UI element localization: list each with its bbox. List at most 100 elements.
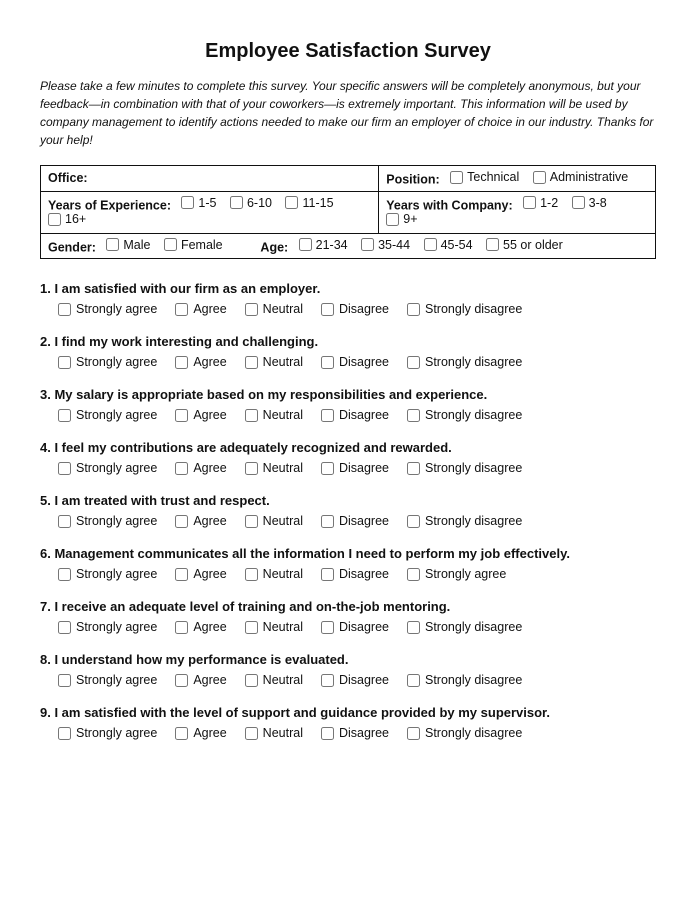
checkbox-q6-4[interactable] (321, 568, 334, 581)
position-administrative-checkbox[interactable] (533, 171, 546, 184)
age-21-34[interactable]: 21-34 (299, 238, 348, 252)
option-q2-2[interactable]: Agree (175, 355, 226, 369)
years-company-9plus[interactable]: 9+ (386, 212, 417, 226)
checkbox-q4-3[interactable] (245, 462, 258, 475)
position-technical[interactable]: Technical (450, 170, 519, 184)
checkbox-q7-1[interactable] (58, 621, 71, 634)
checkbox-q9-3[interactable] (245, 727, 258, 740)
position-administrative[interactable]: Administrative (533, 170, 629, 184)
option-q5-2[interactable]: Agree (175, 514, 226, 528)
gender-female[interactable]: Female (164, 238, 223, 252)
checkbox-q3-5[interactable] (407, 409, 420, 422)
checkbox-q8-2[interactable] (175, 674, 188, 687)
option-q5-4[interactable]: Disagree (321, 514, 389, 528)
checkbox-q6-2[interactable] (175, 568, 188, 581)
option-q4-5[interactable]: Strongly disagree (407, 461, 522, 475)
checkbox-q5-5[interactable] (407, 515, 420, 528)
checkbox-q5-4[interactable] (321, 515, 334, 528)
checkbox-q3-1[interactable] (58, 409, 71, 422)
option-q3-4[interactable]: Disagree (321, 408, 389, 422)
checkbox-q8-4[interactable] (321, 674, 334, 687)
option-q6-5[interactable]: Strongly agree (407, 567, 506, 581)
option-q1-2[interactable]: Agree (175, 302, 226, 316)
option-q3-3[interactable]: Neutral (245, 408, 303, 422)
years-exp-6-10[interactable]: 6-10 (230, 196, 272, 210)
option-q8-3[interactable]: Neutral (245, 673, 303, 687)
checkbox-q7-2[interactable] (175, 621, 188, 634)
option-q9-3[interactable]: Neutral (245, 726, 303, 740)
checkbox-q3-2[interactable] (175, 409, 188, 422)
option-q8-1[interactable]: Strongly agree (58, 673, 157, 687)
option-q9-4[interactable]: Disagree (321, 726, 389, 740)
checkbox-q2-4[interactable] (321, 356, 334, 369)
checkbox-q2-5[interactable] (407, 356, 420, 369)
checkbox-q2-3[interactable] (245, 356, 258, 369)
checkbox-q2-2[interactable] (175, 356, 188, 369)
checkbox-q6-1[interactable] (58, 568, 71, 581)
checkbox-q4-1[interactable] (58, 462, 71, 475)
option-q3-1[interactable]: Strongly agree (58, 408, 157, 422)
gender-male[interactable]: Male (106, 238, 150, 252)
option-q4-3[interactable]: Neutral (245, 461, 303, 475)
option-q6-1[interactable]: Strongly agree (58, 567, 157, 581)
checkbox-q1-4[interactable] (321, 303, 334, 316)
checkbox-q9-2[interactable] (175, 727, 188, 740)
checkbox-q1-1[interactable] (58, 303, 71, 316)
option-q8-4[interactable]: Disagree (321, 673, 389, 687)
option-q8-2[interactable]: Agree (175, 673, 226, 687)
checkbox-q1-2[interactable] (175, 303, 188, 316)
option-q6-3[interactable]: Neutral (245, 567, 303, 581)
option-q4-1[interactable]: Strongly agree (58, 461, 157, 475)
option-q6-4[interactable]: Disagree (321, 567, 389, 581)
age-45-54[interactable]: 45-54 (424, 238, 473, 252)
option-q7-1[interactable]: Strongly agree (58, 620, 157, 634)
checkbox-q9-4[interactable] (321, 727, 334, 740)
checkbox-q6-3[interactable] (245, 568, 258, 581)
checkbox-q3-3[interactable] (245, 409, 258, 422)
option-q5-3[interactable]: Neutral (245, 514, 303, 528)
position-technical-checkbox[interactable] (450, 171, 463, 184)
checkbox-q3-4[interactable] (321, 409, 334, 422)
checkbox-q5-2[interactable] (175, 515, 188, 528)
option-q4-2[interactable]: Agree (175, 461, 226, 475)
option-q5-5[interactable]: Strongly disagree (407, 514, 522, 528)
checkbox-q9-5[interactable] (407, 727, 420, 740)
checkbox-q4-4[interactable] (321, 462, 334, 475)
years-exp-11-15[interactable]: 11-15 (285, 196, 333, 210)
option-q3-5[interactable]: Strongly disagree (407, 408, 522, 422)
checkbox-q6-5[interactable] (407, 568, 420, 581)
option-q7-2[interactable]: Agree (175, 620, 226, 634)
age-55-older[interactable]: 55 or older (486, 238, 563, 252)
checkbox-q7-4[interactable] (321, 621, 334, 634)
option-q1-3[interactable]: Neutral (245, 302, 303, 316)
years-exp-16plus[interactable]: 16+ (48, 212, 86, 226)
checkbox-q2-1[interactable] (58, 356, 71, 369)
age-35-44[interactable]: 35-44 (361, 238, 410, 252)
years-exp-1-5[interactable]: 1-5 (181, 196, 216, 210)
checkbox-q8-5[interactable] (407, 674, 420, 687)
option-q9-2[interactable]: Agree (175, 726, 226, 740)
option-q7-5[interactable]: Strongly disagree (407, 620, 522, 634)
option-q2-1[interactable]: Strongly agree (58, 355, 157, 369)
option-q5-1[interactable]: Strongly agree (58, 514, 157, 528)
option-q7-3[interactable]: Neutral (245, 620, 303, 634)
option-q1-5[interactable]: Strongly disagree (407, 302, 522, 316)
checkbox-q7-5[interactable] (407, 621, 420, 634)
checkbox-q1-3[interactable] (245, 303, 258, 316)
checkbox-q8-3[interactable] (245, 674, 258, 687)
option-q2-3[interactable]: Neutral (245, 355, 303, 369)
option-q1-1[interactable]: Strongly agree (58, 302, 157, 316)
option-q2-4[interactable]: Disagree (321, 355, 389, 369)
checkbox-q1-5[interactable] (407, 303, 420, 316)
checkbox-q4-5[interactable] (407, 462, 420, 475)
option-q4-4[interactable]: Disagree (321, 461, 389, 475)
years-company-1-2[interactable]: 1-2 (523, 196, 558, 210)
checkbox-q5-3[interactable] (245, 515, 258, 528)
checkbox-q7-3[interactable] (245, 621, 258, 634)
checkbox-q4-2[interactable] (175, 462, 188, 475)
option-q1-4[interactable]: Disagree (321, 302, 389, 316)
option-q3-2[interactable]: Agree (175, 408, 226, 422)
option-q9-5[interactable]: Strongly disagree (407, 726, 522, 740)
checkbox-q8-1[interactable] (58, 674, 71, 687)
years-company-3-8[interactable]: 3-8 (572, 196, 607, 210)
